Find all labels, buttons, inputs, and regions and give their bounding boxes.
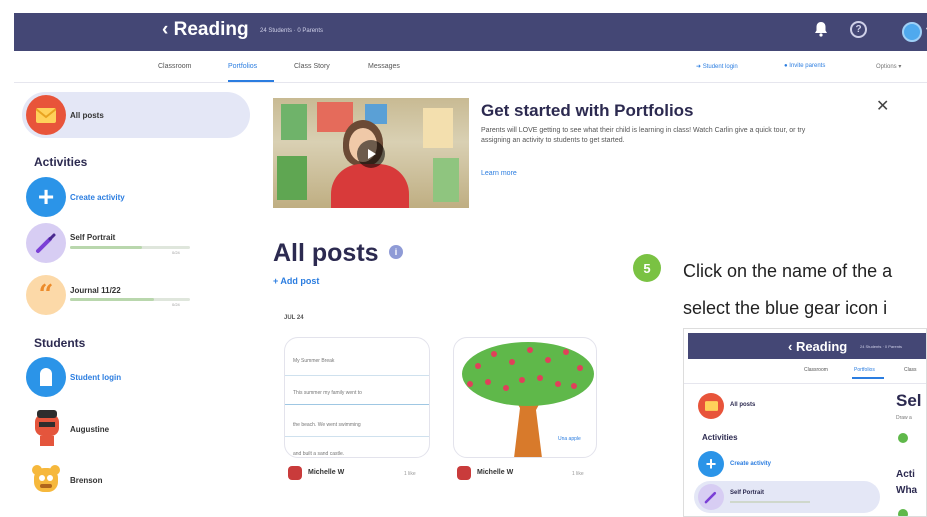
mini-right-title: Sel xyxy=(896,391,922,410)
mini-tab: Classroom xyxy=(804,367,828,373)
paintbrush-icon xyxy=(26,223,66,263)
step-badge: 5 xyxy=(633,254,661,282)
avatar[interactable] xyxy=(902,22,922,42)
play-icon[interactable] xyxy=(357,140,385,168)
student-login-icon[interactable] xyxy=(26,357,66,397)
mini-right-heading: Acti xyxy=(896,469,915,480)
mini-subtitle: 24 Students · 0 Parents xyxy=(860,344,903,349)
help-icon[interactable]: ? xyxy=(850,21,867,38)
tab-messages[interactable]: Messages xyxy=(368,63,400,70)
date-label: JUL 24 xyxy=(284,315,304,321)
info-icon[interactable]: i xyxy=(389,245,403,259)
check-icon xyxy=(898,509,908,516)
student-login-link[interactable]: Student login xyxy=(70,373,121,382)
tutorial-screenshot: ‹ Reading 24 Students · 0 Parents Classr… xyxy=(683,328,927,517)
login-icon: ➜ xyxy=(696,64,703,70)
mini-self-portrait: Self Portrait xyxy=(730,490,765,496)
close-icon[interactable]: ✕ xyxy=(876,96,889,116)
activity-journal[interactable]: Journal 11/22 xyxy=(70,286,121,295)
avatar xyxy=(30,462,62,498)
post-line: and built a sand castle. xyxy=(293,451,345,457)
add-post-button[interactable]: + Add post xyxy=(273,276,319,286)
students-heading: Students xyxy=(34,336,86,350)
learn-more-link[interactable]: Learn more xyxy=(481,170,517,177)
post-line: This summer my family went to xyxy=(293,390,362,396)
mini-all-posts: All posts xyxy=(730,402,756,408)
activity-self-portrait[interactable]: Self Portrait xyxy=(70,233,115,242)
plus-icon: + xyxy=(698,451,724,477)
mini-create-activity: Create activity xyxy=(730,461,772,467)
post-author[interactable]: Michelle W xyxy=(477,469,513,476)
avatar xyxy=(32,410,62,446)
mail-icon xyxy=(26,95,66,135)
active-tab-indicator xyxy=(228,80,274,82)
banner-text: Parents will LOVE getting to see what th… xyxy=(481,127,806,144)
post-meta: 1 like xyxy=(572,471,584,477)
mini-tab-active: Portfolios xyxy=(854,367,875,373)
mini-activities-heading: Activities xyxy=(702,433,738,442)
create-activity-link[interactable]: Create activity xyxy=(70,193,125,202)
tab-bar: Classroom Portfolios Class Story Message… xyxy=(14,51,927,83)
top-bar: ‹ Reading 24 Students · 0 Parents ? ▾ xyxy=(14,13,927,51)
check-icon xyxy=(898,433,908,443)
video-thumbnail[interactable] xyxy=(273,98,469,208)
activity-progress-bar xyxy=(70,298,190,301)
tutorial-line-1: Click on the name of the a xyxy=(683,261,893,281)
post-card[interactable]: My Summer Break This summer my family we… xyxy=(284,337,430,458)
post-author[interactable]: Michelle W xyxy=(308,469,344,476)
activity-progress-bar xyxy=(70,246,190,249)
plus-icon[interactable]: + xyxy=(26,177,66,217)
mail-icon xyxy=(698,393,724,419)
sidebar-item-label: All posts xyxy=(70,111,104,120)
mini-tab-indicator xyxy=(852,377,884,379)
post-caption: Una apple xyxy=(558,436,581,442)
post-line: the beach. We went swimming xyxy=(293,422,361,428)
paintbrush-icon xyxy=(698,484,724,510)
tab-portfolios[interactable]: Portfolios xyxy=(228,63,257,70)
class-subtitle: 24 Students · 0 Parents xyxy=(260,28,324,34)
post-line: My Summer Break xyxy=(293,358,335,364)
page-title: All posts xyxy=(273,239,379,267)
post-card[interactable]: Una apple xyxy=(453,337,597,458)
invite-parents-label: Invite parents xyxy=(789,63,826,69)
tutorial-line-2: select the blue gear icon i xyxy=(683,298,888,318)
activities-heading: Activities xyxy=(34,155,88,169)
student-augustine[interactable]: Augustine xyxy=(70,425,109,434)
student-login-label: Student login xyxy=(702,64,738,70)
mini-right-heading: Wha xyxy=(896,485,918,496)
banner-title: Get started with Portfolios xyxy=(481,101,694,120)
mini-top-bar: ‹ Reading 24 Students · 0 Parents xyxy=(688,333,926,359)
avatar xyxy=(288,466,302,480)
mini-tab: Class xyxy=(904,367,917,373)
student-brenson[interactable]: Brenson xyxy=(70,476,102,485)
student-login-link[interactable]: ➜ Student login xyxy=(696,63,738,70)
activity-meta: 0/24 xyxy=(172,302,180,307)
bell-icon[interactable] xyxy=(814,21,828,41)
post-meta: 1 like xyxy=(404,471,416,477)
quote-icon: “ xyxy=(26,275,66,315)
avatar xyxy=(457,466,471,480)
activity-meta: 0/24 xyxy=(172,250,180,255)
class-title[interactable]: ‹ Reading xyxy=(162,19,249,41)
mini-title: ‹ Reading xyxy=(788,339,848,354)
invite-parents-link[interactable]: ● Invite parents xyxy=(784,63,825,69)
tab-class-story[interactable]: Class Story xyxy=(294,63,330,70)
options-menu[interactable]: Options ▾ xyxy=(876,63,901,70)
mini-right-sub: Draw a xyxy=(896,415,912,421)
tab-classroom[interactable]: Classroom xyxy=(158,63,191,70)
